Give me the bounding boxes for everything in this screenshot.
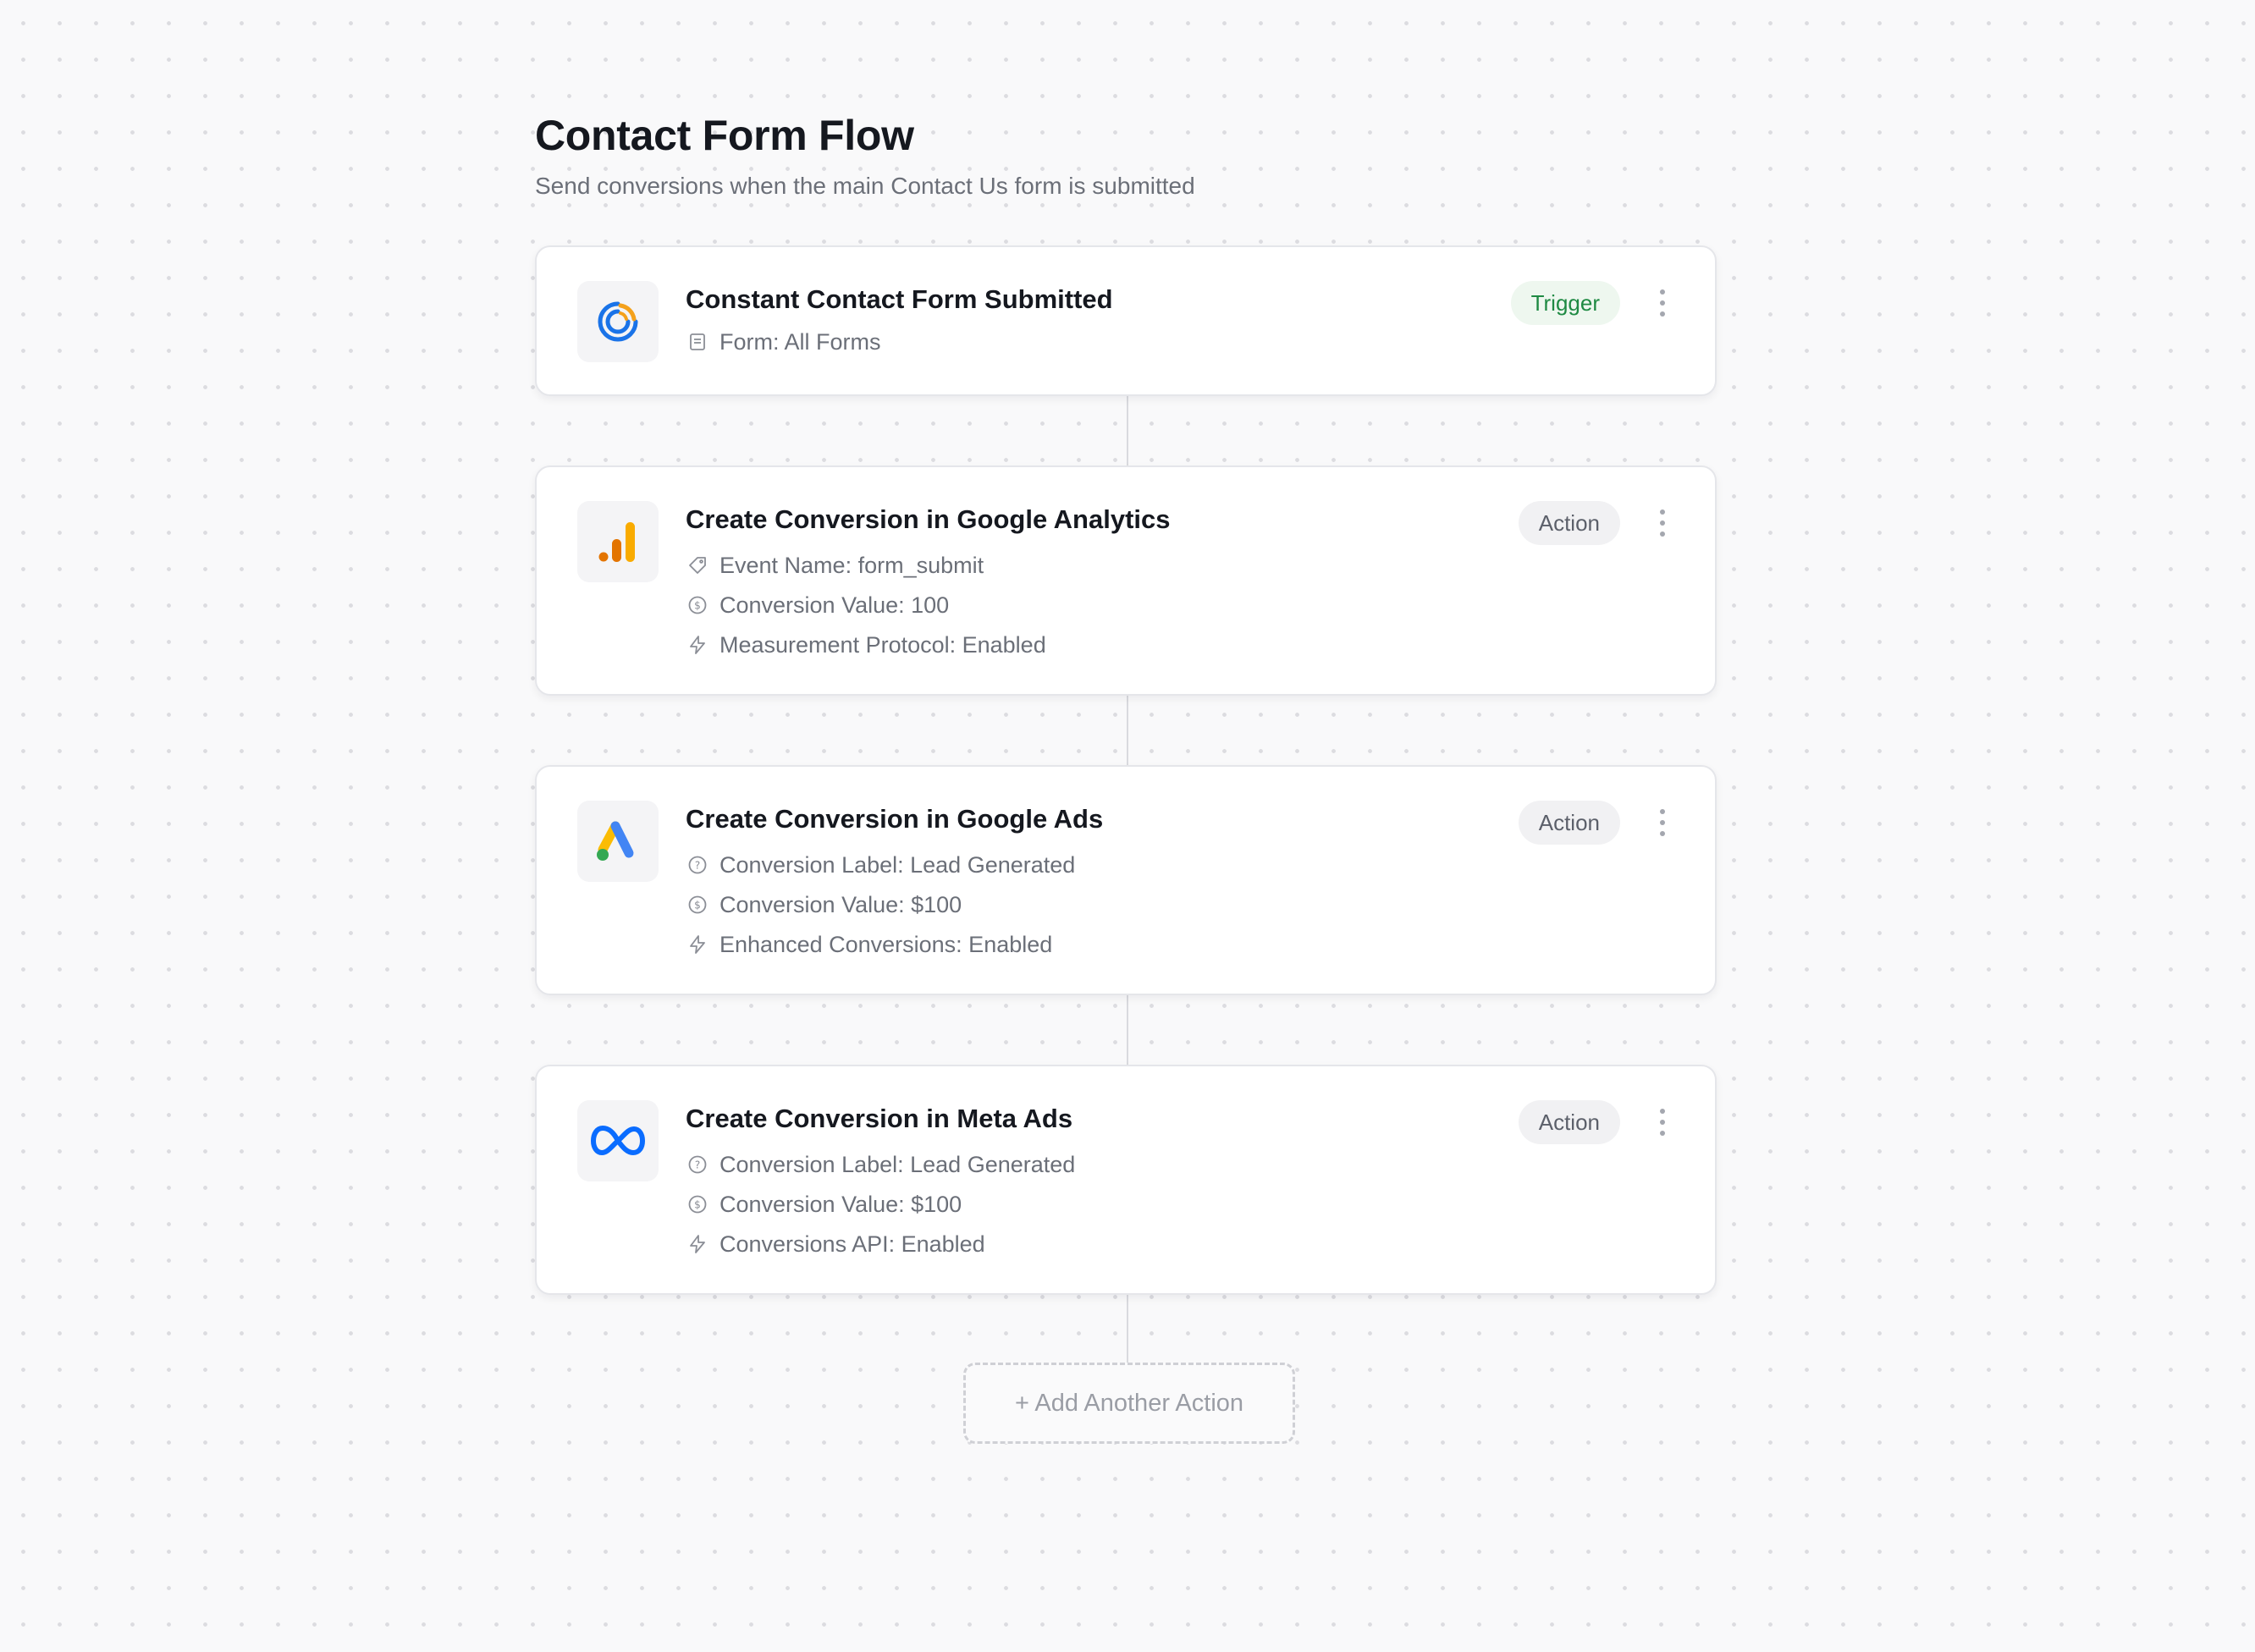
more-options-icon[interactable] bbox=[1654, 806, 1671, 840]
step-detail: Form: All Forms bbox=[686, 327, 881, 357]
detail-text: Form: All Forms bbox=[720, 329, 881, 355]
trigger-step-card[interactable]: Constant Contact Form Submitted Form: Al… bbox=[535, 245, 1717, 396]
action-badge: Action bbox=[1518, 1100, 1620, 1144]
action-badge: Action bbox=[1518, 501, 1620, 545]
detail-text: Conversion Value: $100 bbox=[720, 1192, 962, 1217]
lightning-icon bbox=[686, 933, 709, 956]
svg-text:$: $ bbox=[694, 900, 701, 911]
step-detail: ? Conversion Label: Lead Generated bbox=[686, 1149, 1075, 1180]
svg-text:$: $ bbox=[694, 600, 701, 612]
svg-text:?: ? bbox=[695, 1159, 700, 1171]
detail-text: Conversion Label: Lead Generated bbox=[720, 852, 1076, 878]
step-detail: $ Conversion Value: 100 bbox=[686, 590, 949, 620]
detail-text: Conversion Value: $100 bbox=[720, 892, 962, 917]
detail-text: Conversions API: Enabled bbox=[720, 1231, 985, 1257]
page-subtitle: Send conversions when the main Contact U… bbox=[535, 173, 1195, 199]
detail-text: Event Name: form_submit bbox=[720, 553, 984, 578]
step-detail: ? Conversion Label: Lead Generated bbox=[686, 850, 1075, 880]
svg-text:$: $ bbox=[694, 1199, 701, 1211]
action-badge: Action bbox=[1518, 801, 1620, 845]
action-step-card-google-ads[interactable]: Create Conversion in Google Ads ? Conver… bbox=[535, 765, 1717, 995]
action-step-card-meta-ads[interactable]: Create Conversion in Meta Ads ? Conversi… bbox=[535, 1065, 1717, 1295]
step-detail: $ Conversion Value: $100 bbox=[686, 889, 962, 920]
flow-connector bbox=[1127, 696, 1128, 765]
step-detail: Enhanced Conversions: Enabled bbox=[686, 929, 1052, 960]
more-options-icon[interactable] bbox=[1654, 1105, 1671, 1139]
question-icon: ? bbox=[686, 853, 709, 877]
flow-connector bbox=[1127, 396, 1128, 465]
step-detail: Conversions API: Enabled bbox=[686, 1229, 985, 1259]
step-title: Create Conversion in Google Analytics bbox=[686, 504, 1171, 534]
step-detail: Event Name: form_submit bbox=[686, 550, 984, 581]
detail-text: Measurement Protocol: Enabled bbox=[720, 632, 1046, 658]
dollar-icon: $ bbox=[686, 593, 709, 617]
dollar-icon: $ bbox=[686, 893, 709, 917]
action-step-card-google-analytics[interactable]: Create Conversion in Google Analytics Ev… bbox=[535, 465, 1717, 696]
detail-text: Conversion Value: 100 bbox=[720, 592, 950, 618]
dollar-icon: $ bbox=[686, 1192, 709, 1216]
add-another-action-button[interactable]: + Add Another Action bbox=[963, 1363, 1295, 1444]
step-title: Create Conversion in Meta Ads bbox=[686, 1104, 1073, 1133]
lightning-icon bbox=[686, 1232, 709, 1256]
constant-contact-logo bbox=[577, 281, 659, 362]
google-analytics-logo bbox=[577, 501, 659, 582]
detail-text: Enhanced Conversions: Enabled bbox=[720, 932, 1053, 957]
trigger-badge: Trigger bbox=[1510, 281, 1620, 325]
tag-icon bbox=[686, 553, 709, 577]
step-title: Create Conversion in Google Ads bbox=[686, 804, 1104, 834]
step-detail: Measurement Protocol: Enabled bbox=[686, 630, 1046, 660]
form-icon bbox=[686, 330, 709, 354]
flow-connector bbox=[1127, 995, 1128, 1065]
meta-logo bbox=[577, 1100, 659, 1181]
question-icon: ? bbox=[686, 1153, 709, 1176]
step-title: Constant Contact Form Submitted bbox=[686, 284, 1113, 314]
lightning-icon bbox=[686, 633, 709, 657]
more-options-icon[interactable] bbox=[1654, 286, 1671, 320]
detail-text: Conversion Label: Lead Generated bbox=[720, 1152, 1076, 1177]
svg-text:?: ? bbox=[695, 860, 700, 872]
flow-connector bbox=[1127, 1295, 1128, 1364]
step-detail: $ Conversion Value: $100 bbox=[686, 1189, 962, 1220]
page-title: Contact Form Flow bbox=[535, 112, 914, 159]
more-options-icon[interactable] bbox=[1654, 506, 1671, 540]
google-ads-logo bbox=[577, 801, 659, 882]
